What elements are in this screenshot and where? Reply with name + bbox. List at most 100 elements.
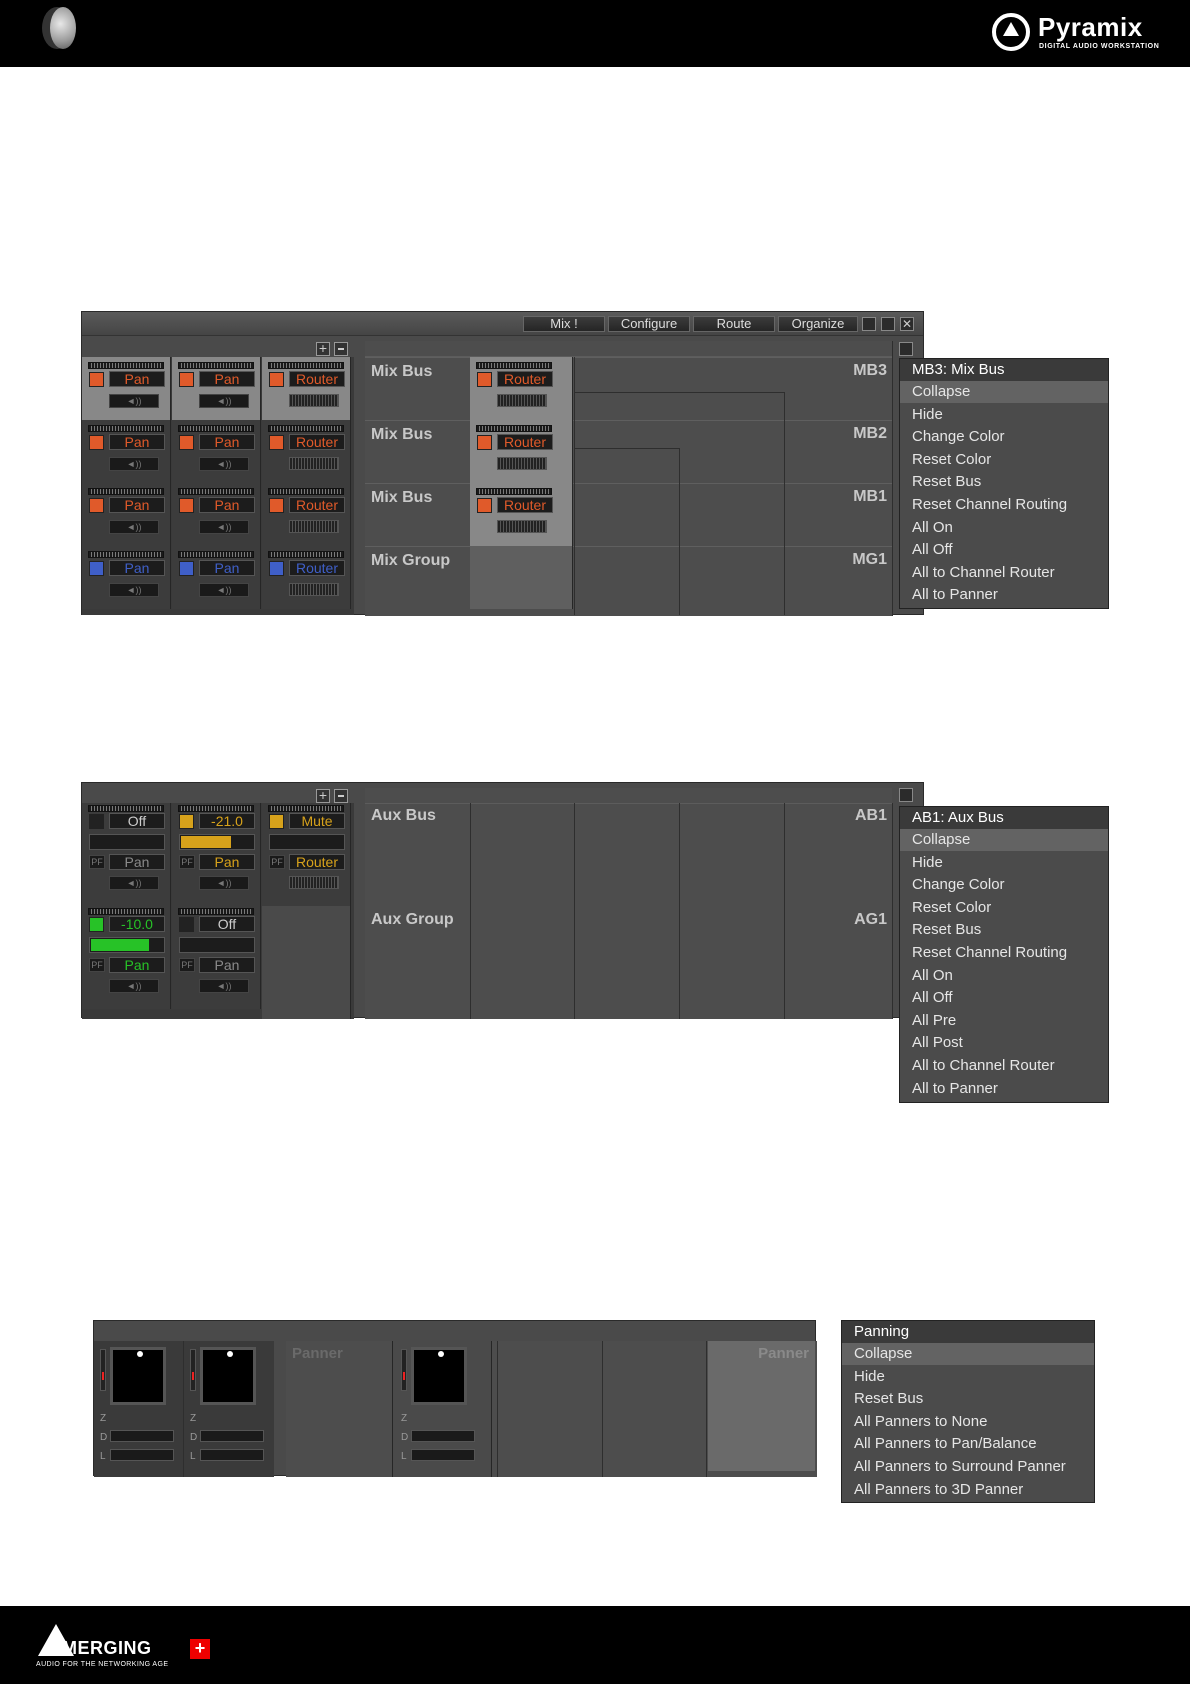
strip-mode-button[interactable]: Pan: [109, 434, 165, 450]
expand-plus-icon[interactable]: +: [316, 341, 330, 356]
speaker-icon[interactable]: ◄)): [199, 457, 249, 471]
strip-mode-button[interactable]: Pan: [109, 854, 165, 870]
router-grid[interactable]: [497, 394, 547, 407]
maximize-icon[interactable]: [881, 317, 895, 331]
menu-item[interactable]: Reset Channel Routing: [900, 494, 1108, 516]
strip-mode-button[interactable]: Pan: [199, 497, 255, 513]
pan-field[interactable]: [411, 1449, 475, 1461]
speaker-icon[interactable]: ◄)): [109, 394, 159, 408]
tab-mix[interactable]: Mix !: [523, 316, 605, 332]
on-toggle[interactable]: [89, 917, 104, 932]
color-chip[interactable]: [269, 435, 284, 450]
pan-field[interactable]: [200, 1430, 264, 1442]
send-level-display[interactable]: Off: [199, 916, 255, 932]
menu-item[interactable]: Reset Bus: [900, 919, 1108, 941]
pre-post-toggle[interactable]: PF: [269, 855, 285, 869]
color-chip[interactable]: [179, 435, 194, 450]
send-level-display[interactable]: Mute: [289, 813, 345, 829]
router-grid[interactable]: [289, 876, 339, 889]
speaker-icon[interactable]: ◄)): [199, 876, 249, 890]
router-grid[interactable]: [497, 457, 547, 470]
send-level-display[interactable]: Off: [109, 813, 165, 829]
surround-pan-pad[interactable]: [110, 1347, 166, 1405]
strip-mode-button[interactable]: Router: [289, 434, 345, 450]
menu-item[interactable]: All Panners to Pan/Balance: [842, 1433, 1094, 1455]
color-chip[interactable]: [269, 372, 284, 387]
color-chip[interactable]: [179, 372, 194, 387]
color-chip[interactable]: [477, 372, 492, 387]
pre-post-toggle[interactable]: PF: [89, 855, 105, 869]
color-chip[interactable]: [179, 561, 194, 576]
color-chip[interactable]: [89, 372, 104, 387]
color-chip[interactable]: [269, 561, 284, 576]
router-button[interactable]: Router: [497, 497, 553, 513]
menu-item[interactable]: Collapse: [900, 381, 1108, 403]
strip-mode-button[interactable]: Pan: [199, 560, 255, 576]
strip-mode-button[interactable]: Pan: [109, 497, 165, 513]
menu-item[interactable]: Collapse: [842, 1343, 1094, 1365]
color-chip[interactable]: [89, 435, 104, 450]
menu-item[interactable]: All to Channel Router: [900, 562, 1108, 584]
send-level-display[interactable]: -21.0: [199, 813, 255, 829]
menu-item[interactable]: Reset Color: [900, 897, 1108, 919]
router-grid[interactable]: [289, 394, 339, 407]
strip-mode-button[interactable]: Router: [289, 371, 345, 387]
color-chip[interactable]: [477, 435, 492, 450]
menu-item[interactable]: Change Color: [900, 874, 1108, 896]
collapse-minus-icon[interactable]: [334, 789, 348, 803]
menu-item[interactable]: All On: [900, 965, 1108, 987]
router-grid[interactable]: [497, 520, 547, 533]
speaker-icon[interactable]: ◄)): [199, 979, 249, 993]
speaker-icon[interactable]: ◄)): [199, 394, 249, 408]
menu-item[interactable]: All Panners to Surround Panner: [842, 1456, 1094, 1478]
menu-item[interactable]: Reset Color: [900, 449, 1108, 471]
speaker-icon[interactable]: ◄)): [109, 520, 159, 534]
pre-post-toggle[interactable]: PF: [89, 958, 105, 972]
strip-mode-button[interactable]: Router: [289, 854, 345, 870]
speaker-icon[interactable]: ◄)): [109, 876, 159, 890]
menu-item[interactable]: Hide: [900, 852, 1108, 874]
tab-organize[interactable]: Organize: [778, 316, 858, 332]
menu-item[interactable]: All Pre: [900, 1010, 1108, 1032]
strip-mode-button[interactable]: Pan: [109, 371, 165, 387]
menu-item[interactable]: All Panners to None: [842, 1411, 1094, 1433]
send-fader[interactable]: [89, 834, 165, 850]
pre-post-toggle[interactable]: PF: [179, 855, 195, 869]
menu-item[interactable]: All to Panner: [900, 584, 1108, 606]
tab-configure[interactable]: Configure: [608, 316, 690, 332]
router-grid[interactable]: [289, 457, 339, 470]
speaker-icon[interactable]: ◄)): [109, 979, 159, 993]
pan-field[interactable]: [411, 1430, 475, 1442]
menu-item[interactable]: All Off: [900, 987, 1108, 1009]
color-chip[interactable]: [269, 498, 284, 513]
router-grid[interactable]: [289, 520, 339, 533]
send-fader[interactable]: [269, 834, 345, 850]
pre-post-toggle[interactable]: PF: [179, 958, 195, 972]
strip-mode-button[interactable]: Router: [289, 497, 345, 513]
strip-mode-button[interactable]: Pan: [199, 371, 255, 387]
tab-route[interactable]: Route: [693, 316, 775, 332]
on-toggle[interactable]: [179, 814, 194, 829]
color-chip[interactable]: [89, 561, 104, 576]
menu-item[interactable]: All to Panner: [900, 1078, 1108, 1100]
on-toggle[interactable]: [89, 814, 104, 829]
pan-field[interactable]: [200, 1449, 264, 1461]
menu-item[interactable]: Change Color: [900, 426, 1108, 448]
speaker-icon[interactable]: ◄)): [109, 457, 159, 471]
menu-item[interactable]: Collapse: [900, 829, 1108, 851]
speaker-icon[interactable]: ◄)): [109, 583, 159, 597]
on-toggle[interactable]: [269, 814, 284, 829]
menu-item[interactable]: Reset Bus: [842, 1388, 1094, 1410]
aux-header-icon[interactable]: [899, 788, 913, 802]
on-toggle[interactable]: [179, 917, 194, 932]
minimize-icon[interactable]: [862, 317, 876, 331]
speaker-icon[interactable]: ◄)): [199, 583, 249, 597]
menu-item[interactable]: All to Channel Router: [900, 1055, 1108, 1077]
color-chip[interactable]: [179, 498, 194, 513]
strip-mode-button[interactable]: Router: [289, 560, 345, 576]
bus-header-icon[interactable]: [899, 342, 913, 356]
strip-mode-button[interactable]: Pan: [199, 957, 255, 973]
expand-plus-icon[interactable]: +: [316, 788, 330, 803]
strip-mode-button[interactable]: Pan: [199, 854, 255, 870]
send-fader[interactable]: [179, 834, 255, 850]
